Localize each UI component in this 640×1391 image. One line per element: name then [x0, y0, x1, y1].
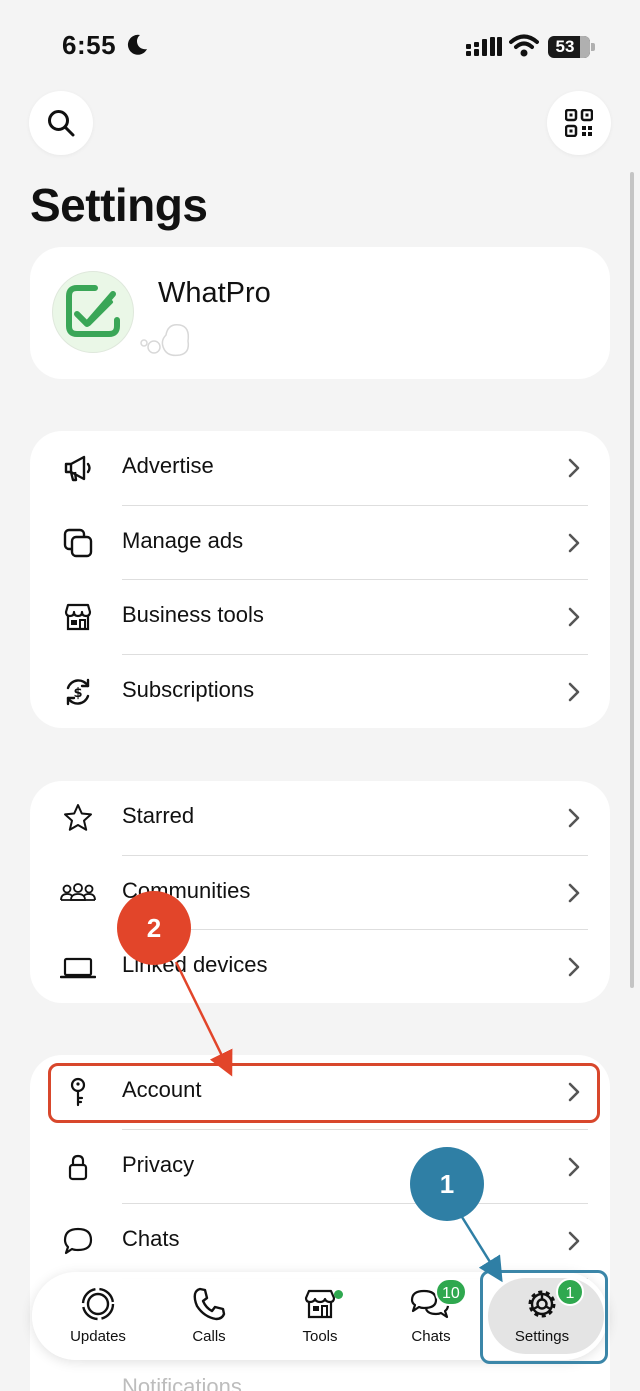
chevron-right-icon: [568, 533, 580, 553]
settings-row-linked-devices[interactable]: Linked devices: [30, 930, 610, 1005]
settings-row-label: Starred: [122, 803, 195, 828]
tab-updates[interactable]: Updates: [42, 1272, 154, 1360]
updates-icon: [81, 1287, 115, 1321]
settings-row-label: Manage ads: [122, 528, 244, 553]
communities-icon: [60, 883, 96, 901]
phone-icon: [193, 1287, 226, 1321]
tools-notification-dot: [334, 1290, 343, 1299]
chevron-right-icon: [568, 957, 580, 977]
chevron-right-icon: [568, 458, 580, 478]
settings-row-label: Subscriptions: [122, 677, 255, 702]
tab-label: Calls: [192, 1328, 226, 1345]
whatpro-logo-icon: [66, 285, 120, 337]
svg-text:$: $: [73, 686, 82, 701]
settings-row-chats[interactable]: Chats: [30, 1204, 610, 1279]
chat-bubble-icon: [63, 1227, 93, 1255]
settings-row-privacy[interactable]: Privacy: [30, 1130, 610, 1205]
subscription-icon: $: [66, 678, 90, 706]
profile-card[interactable]: WhatPro: [30, 247, 610, 379]
business-settings-group: Advertise Manage ads Business tools $ Su: [30, 431, 610, 728]
settings-row-label: Advertise: [122, 453, 214, 478]
signal-icon: [466, 37, 502, 56]
chevron-right-icon: [568, 607, 580, 627]
settings-row-label: Business tools: [122, 602, 264, 627]
scrollbar[interactable]: [630, 172, 634, 988]
general-settings-group: Starred Communities Linked devices: [30, 781, 610, 1003]
search-button[interactable]: [29, 91, 93, 155]
status-thought-bubble-icon[interactable]: [140, 319, 192, 359]
status-time: 6:55: [62, 30, 117, 60]
chevron-right-icon: [568, 1231, 580, 1251]
profile-name: WhatPro: [158, 277, 271, 309]
settings-row-starred[interactable]: Starred: [30, 781, 610, 856]
qr-code-icon: [565, 109, 593, 137]
avatar[interactable]: [52, 271, 134, 353]
store-icon: [64, 603, 92, 631]
tab-label: Updates: [70, 1328, 126, 1345]
step-2-marker: 2: [117, 891, 191, 965]
chevron-right-icon: [568, 883, 580, 903]
step-1-marker: 1: [410, 1147, 484, 1221]
settings-row-label: Notifications: [122, 1374, 242, 1391]
tools-icon: [304, 1289, 336, 1319]
settings-row-label: Chats: [122, 1226, 180, 1251]
battery-level: 53: [555, 37, 575, 56]
tab-chats[interactable]: 10 Chats: [375, 1272, 487, 1360]
moon-icon: [127, 34, 147, 55]
settings-tab-highlight-annotation: [480, 1270, 608, 1364]
settings-row-label: Privacy: [122, 1152, 195, 1177]
page-title: Settings: [30, 179, 208, 231]
settings-row-advertise[interactable]: Advertise: [30, 431, 610, 506]
tab-tools[interactable]: Tools: [264, 1272, 376, 1360]
settings-row-subscriptions[interactable]: $ Subscriptions: [30, 655, 610, 730]
tab-calls[interactable]: Calls: [153, 1272, 265, 1360]
megaphone-icon: [64, 455, 91, 482]
star-icon: [64, 804, 92, 831]
settings-row-business-tools[interactable]: Business tools: [30, 580, 610, 655]
qr-code-button[interactable]: [547, 91, 611, 155]
search-icon: [48, 110, 75, 137]
tab-label: Chats: [411, 1328, 451, 1345]
battery-indicator: 53: [548, 36, 596, 58]
wifi-icon: [509, 34, 539, 57]
lock-icon: [68, 1154, 88, 1181]
chevron-right-icon: [568, 1157, 580, 1177]
chevron-right-icon: [568, 682, 580, 702]
chats-unread-badge: 10: [435, 1278, 467, 1306]
account-highlight-annotation: [48, 1063, 600, 1123]
laptop-icon: [60, 957, 96, 979]
tab-label: Tools: [302, 1328, 338, 1345]
copy-icon: [63, 528, 93, 558]
chevron-right-icon: [568, 808, 580, 828]
settings-row-manage-ads[interactable]: Manage ads: [30, 506, 610, 581]
